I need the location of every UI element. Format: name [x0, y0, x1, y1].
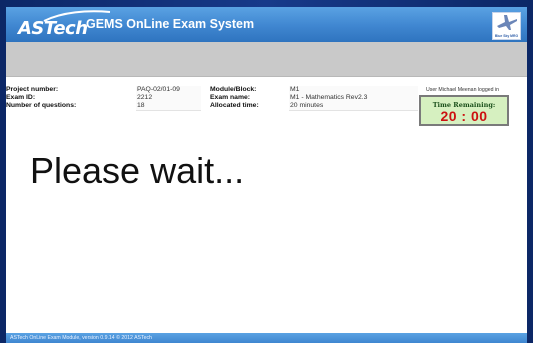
footer-bar: ASTech OnLine Exam Module, version 0.9.1…	[6, 333, 527, 343]
app-title: GEMS OnLine Exam System	[86, 17, 255, 31]
footer-text: ASTech OnLine Exam Module, version 0.9.1…	[10, 335, 152, 341]
project-number-label: Project number:	[6, 86, 59, 93]
airplane-icon	[497, 15, 517, 30]
badge-label: Blue Sky MRO	[494, 34, 519, 38]
allocated-time-value: 20 minutes	[289, 102, 418, 111]
module-block-label: Module/Block:	[210, 86, 257, 93]
loading-message: Please wait...	[30, 150, 245, 191]
exam-id-label: Exam ID:	[6, 94, 36, 101]
time-remaining-value: 20 : 00	[440, 108, 488, 124]
astech-logo: ASTech	[18, 18, 88, 39]
user-status: User Michael Meenan logged in	[426, 87, 499, 93]
num-questions-label: Number of questions:	[6, 102, 77, 109]
exam-page: ASTech GEMS OnLine Exam System Blue Sky …	[6, 7, 527, 343]
num-questions-value: 18	[136, 102, 201, 111]
time-remaining-box: Time Remaining: 20 : 00	[419, 95, 509, 126]
toolbar-area	[6, 42, 527, 77]
blue-sky-badge: Blue Sky MRO	[492, 12, 521, 40]
header-bar: ASTech GEMS OnLine Exam System Blue Sky …	[6, 7, 527, 42]
allocated-time-label: Allocated time:	[210, 102, 259, 109]
exam-name-label: Exam name:	[210, 94, 251, 101]
